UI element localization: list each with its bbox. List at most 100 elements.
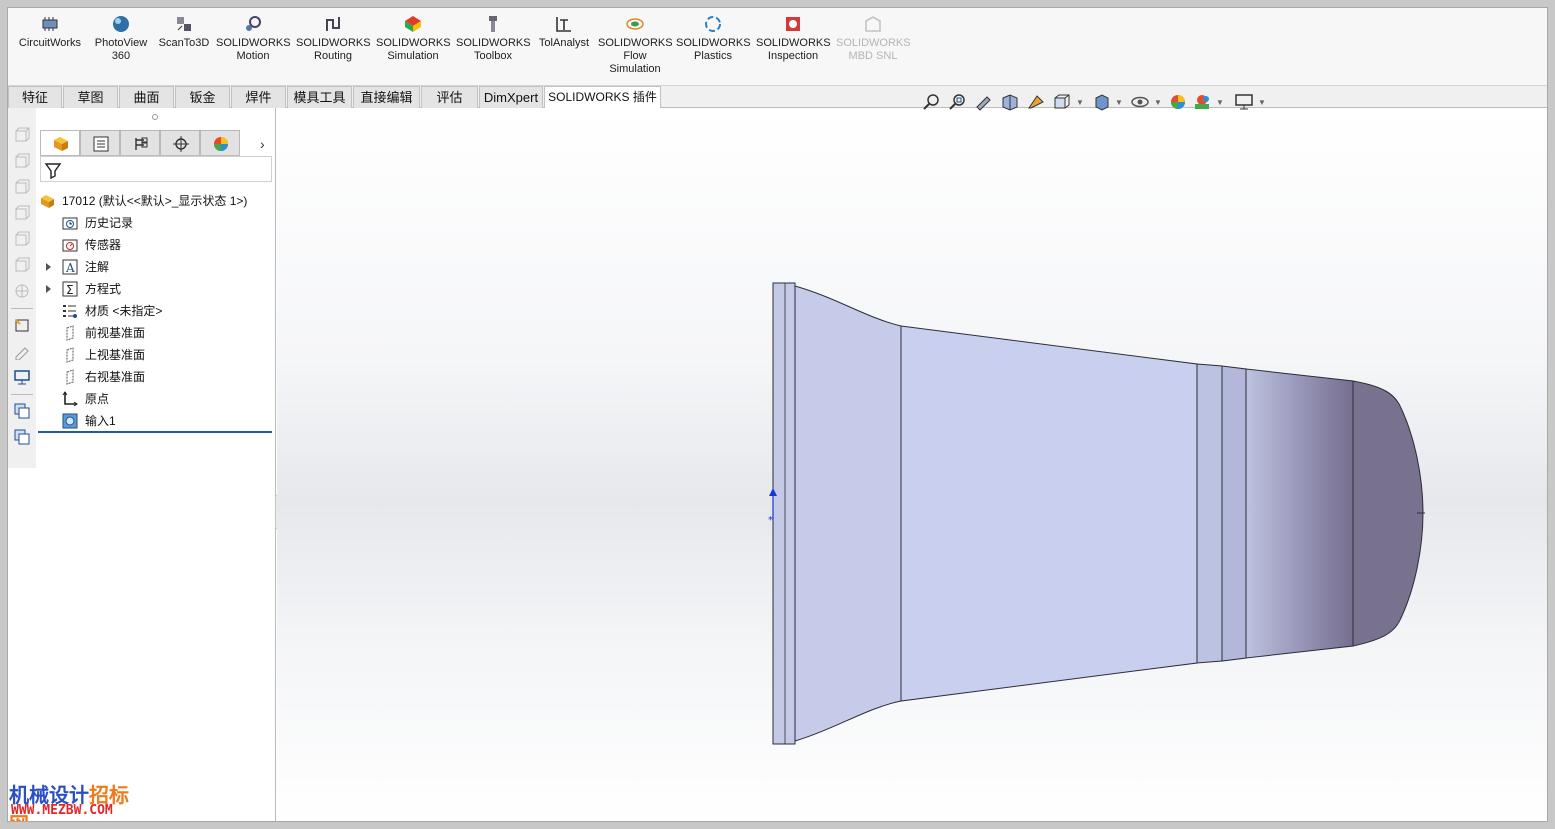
addin-motion-button[interactable]: SOLIDWORKS Motion bbox=[216, 14, 291, 63]
photoview-icon bbox=[113, 16, 129, 32]
plastics-icon bbox=[705, 16, 721, 32]
tab-features[interactable]: 特征 bbox=[8, 86, 62, 108]
tab-configuration-manager[interactable] bbox=[120, 130, 160, 156]
history-icon bbox=[62, 217, 78, 230]
tab-mold-tools[interactable]: 模具工具 bbox=[287, 86, 352, 108]
tree-item-sensors[interactable]: 传感器 bbox=[36, 234, 272, 256]
tab-feature-tree[interactable] bbox=[40, 130, 80, 156]
addin-mbd-snl-button: SOLIDWORKS MBD SNL bbox=[836, 14, 911, 63]
panel-grip-icon[interactable] bbox=[152, 114, 158, 120]
tree-item-right-plane[interactable]: 右视基准面 bbox=[36, 366, 272, 388]
part-tree-icon bbox=[54, 137, 68, 151]
mbd-snl-icon bbox=[865, 16, 881, 32]
graphics-area[interactable]: * bbox=[277, 108, 1548, 822]
addin-flow-simulation-button[interactable]: SOLIDWORKS Flow Simulation bbox=[598, 14, 673, 76]
rollback-bar[interactable] bbox=[38, 431, 272, 433]
addin-plastics-button[interactable]: SOLIDWORKS Plastics bbox=[676, 14, 751, 63]
tree-item-equations[interactable]: Σ 方程式 bbox=[36, 278, 272, 300]
addin-label: SOLIDWORKS Toolbox bbox=[456, 37, 531, 62]
addin-simulation-button[interactable]: SOLIDWORKS Simulation bbox=[376, 14, 451, 63]
tab-display-manager[interactable] bbox=[200, 130, 240, 156]
tab-property-manager[interactable] bbox=[80, 130, 120, 156]
tab-evaluate[interactable]: 评估 bbox=[421, 86, 478, 108]
addin-inspection-button[interactable]: SOLIDWORKS Inspection bbox=[756, 14, 831, 63]
watermark: 机械设计招标网 WWW.MEZBW.COM bbox=[8, 779, 148, 821]
tab-direct-editing[interactable]: 直接编辑 bbox=[353, 86, 420, 108]
paste-view-icon[interactable] bbox=[13, 428, 31, 446]
separator bbox=[11, 394, 33, 395]
chevron-right-icon[interactable]: › bbox=[260, 136, 265, 152]
view-orientation-icon[interactable] bbox=[1052, 92, 1072, 112]
tree-item-top-plane[interactable]: 上视基准面 bbox=[36, 344, 272, 366]
chevron-down-icon[interactable]: ▼ bbox=[1216, 99, 1224, 107]
tab-sketch[interactable]: 草图 bbox=[63, 86, 118, 108]
section-view-icon[interactable] bbox=[1000, 92, 1020, 112]
tab-weldments[interactable]: 焊件 bbox=[231, 86, 286, 108]
chevron-down-icon[interactable]: ▼ bbox=[1258, 99, 1266, 107]
addin-scanto3d-button[interactable]: ScanTo3D bbox=[156, 14, 212, 50]
addin-label: SOLIDWORKS Simulation bbox=[376, 37, 451, 62]
tree-item-history[interactable]: 历史记录 bbox=[36, 212, 272, 234]
toolbox-icon bbox=[489, 16, 497, 32]
tab-surfaces[interactable]: 曲面 bbox=[119, 86, 174, 108]
isometric-view-icon[interactable] bbox=[13, 282, 31, 300]
copy-view-icon[interactable] bbox=[13, 402, 31, 420]
svg-text:Σ: Σ bbox=[66, 283, 74, 297]
right-plane-icon bbox=[66, 369, 74, 385]
expand-arrow-icon[interactable] bbox=[46, 285, 51, 293]
tree-item-front-plane[interactable]: 前视基准面 bbox=[36, 322, 272, 344]
tree-item-imported-body[interactable]: 输入1 bbox=[36, 410, 272, 432]
view-cube-icon[interactable] bbox=[13, 178, 31, 196]
normal-to-icon[interactable] bbox=[13, 316, 31, 334]
addin-label: SOLIDWORKS Plastics bbox=[676, 37, 751, 62]
routing-icon bbox=[326, 17, 340, 31]
addin-label: SOLIDWORKS Flow Simulation bbox=[598, 37, 673, 75]
tree-filter-bar[interactable] bbox=[40, 156, 272, 182]
equations-icon: Σ bbox=[62, 281, 78, 297]
chevron-down-icon[interactable]: ▼ bbox=[1115, 99, 1123, 107]
view-cube-icon[interactable] bbox=[13, 126, 31, 144]
view-cube-icon[interactable] bbox=[13, 256, 31, 274]
zoom-to-area-icon[interactable] bbox=[948, 92, 968, 112]
tab-solidworks-addins[interactable]: SOLIDWORKS 插件 bbox=[544, 86, 661, 109]
tree-item-label: 传感器 bbox=[85, 238, 122, 252]
addin-photoview-button[interactable]: PhotoView 360 bbox=[90, 14, 152, 63]
view-settings-icon[interactable] bbox=[1234, 92, 1254, 112]
view-cube-icon[interactable] bbox=[13, 152, 31, 170]
motion-icon bbox=[246, 16, 261, 31]
tree-item-material[interactable]: 材质 <未指定> bbox=[36, 300, 272, 322]
tree-item-label: 历史记录 bbox=[85, 216, 134, 230]
annotations-icon: A bbox=[62, 259, 78, 275]
display-style-icon[interactable] bbox=[1092, 92, 1112, 112]
tab-dimxpert-manager[interactable] bbox=[160, 130, 200, 156]
tab-dimxpert[interactable]: DimXpert bbox=[479, 86, 543, 108]
apply-scene-icon[interactable] bbox=[1192, 92, 1212, 112]
tree-item-origin[interactable]: 原点 bbox=[36, 388, 272, 410]
edit-appearance-icon[interactable] bbox=[1168, 92, 1188, 112]
addin-circuitworks-button[interactable]: CircuitWorks bbox=[16, 14, 84, 50]
watermark-url: WWW.MEZBW.COM bbox=[11, 803, 113, 818]
tree-item-label: 注解 bbox=[85, 260, 110, 274]
tree-item-annotations[interactable]: A 注解 bbox=[36, 256, 272, 278]
tab-sheet-metal[interactable]: 钣金 bbox=[175, 86, 230, 108]
part-model-view[interactable]: * bbox=[277, 108, 1548, 822]
tree-root-part[interactable]: 17012 (默认<<默认>_显示状态 1>) bbox=[36, 190, 272, 212]
edit-sketch-icon[interactable] bbox=[13, 342, 31, 360]
expand-arrow-icon[interactable] bbox=[46, 263, 51, 271]
chevron-down-icon[interactable]: ▼ bbox=[1154, 99, 1162, 107]
display-monitor-icon[interactable] bbox=[13, 368, 31, 386]
tree-item-label: 材质 <未指定> bbox=[85, 304, 163, 318]
view-cube-icon[interactable] bbox=[13, 204, 31, 222]
addin-routing-button[interactable]: SOLIDWORKS Routing bbox=[296, 14, 371, 63]
property-manager-icon bbox=[93, 136, 109, 152]
view-cube-icon[interactable] bbox=[13, 230, 31, 248]
filter-icon[interactable] bbox=[44, 161, 62, 179]
previous-view-icon[interactable] bbox=[974, 92, 994, 112]
tree-item-label: 输入1 bbox=[85, 414, 116, 428]
addin-toolbox-button[interactable]: SOLIDWORKS Toolbox bbox=[456, 14, 531, 63]
zoom-to-fit-icon[interactable] bbox=[922, 92, 942, 112]
dynamic-annotation-icon[interactable] bbox=[1026, 92, 1046, 112]
chevron-down-icon[interactable]: ▼ bbox=[1076, 99, 1084, 107]
addin-tolanalyst-button[interactable]: TolAnalyst bbox=[534, 14, 594, 50]
hide-show-items-icon[interactable] bbox=[1130, 92, 1150, 112]
